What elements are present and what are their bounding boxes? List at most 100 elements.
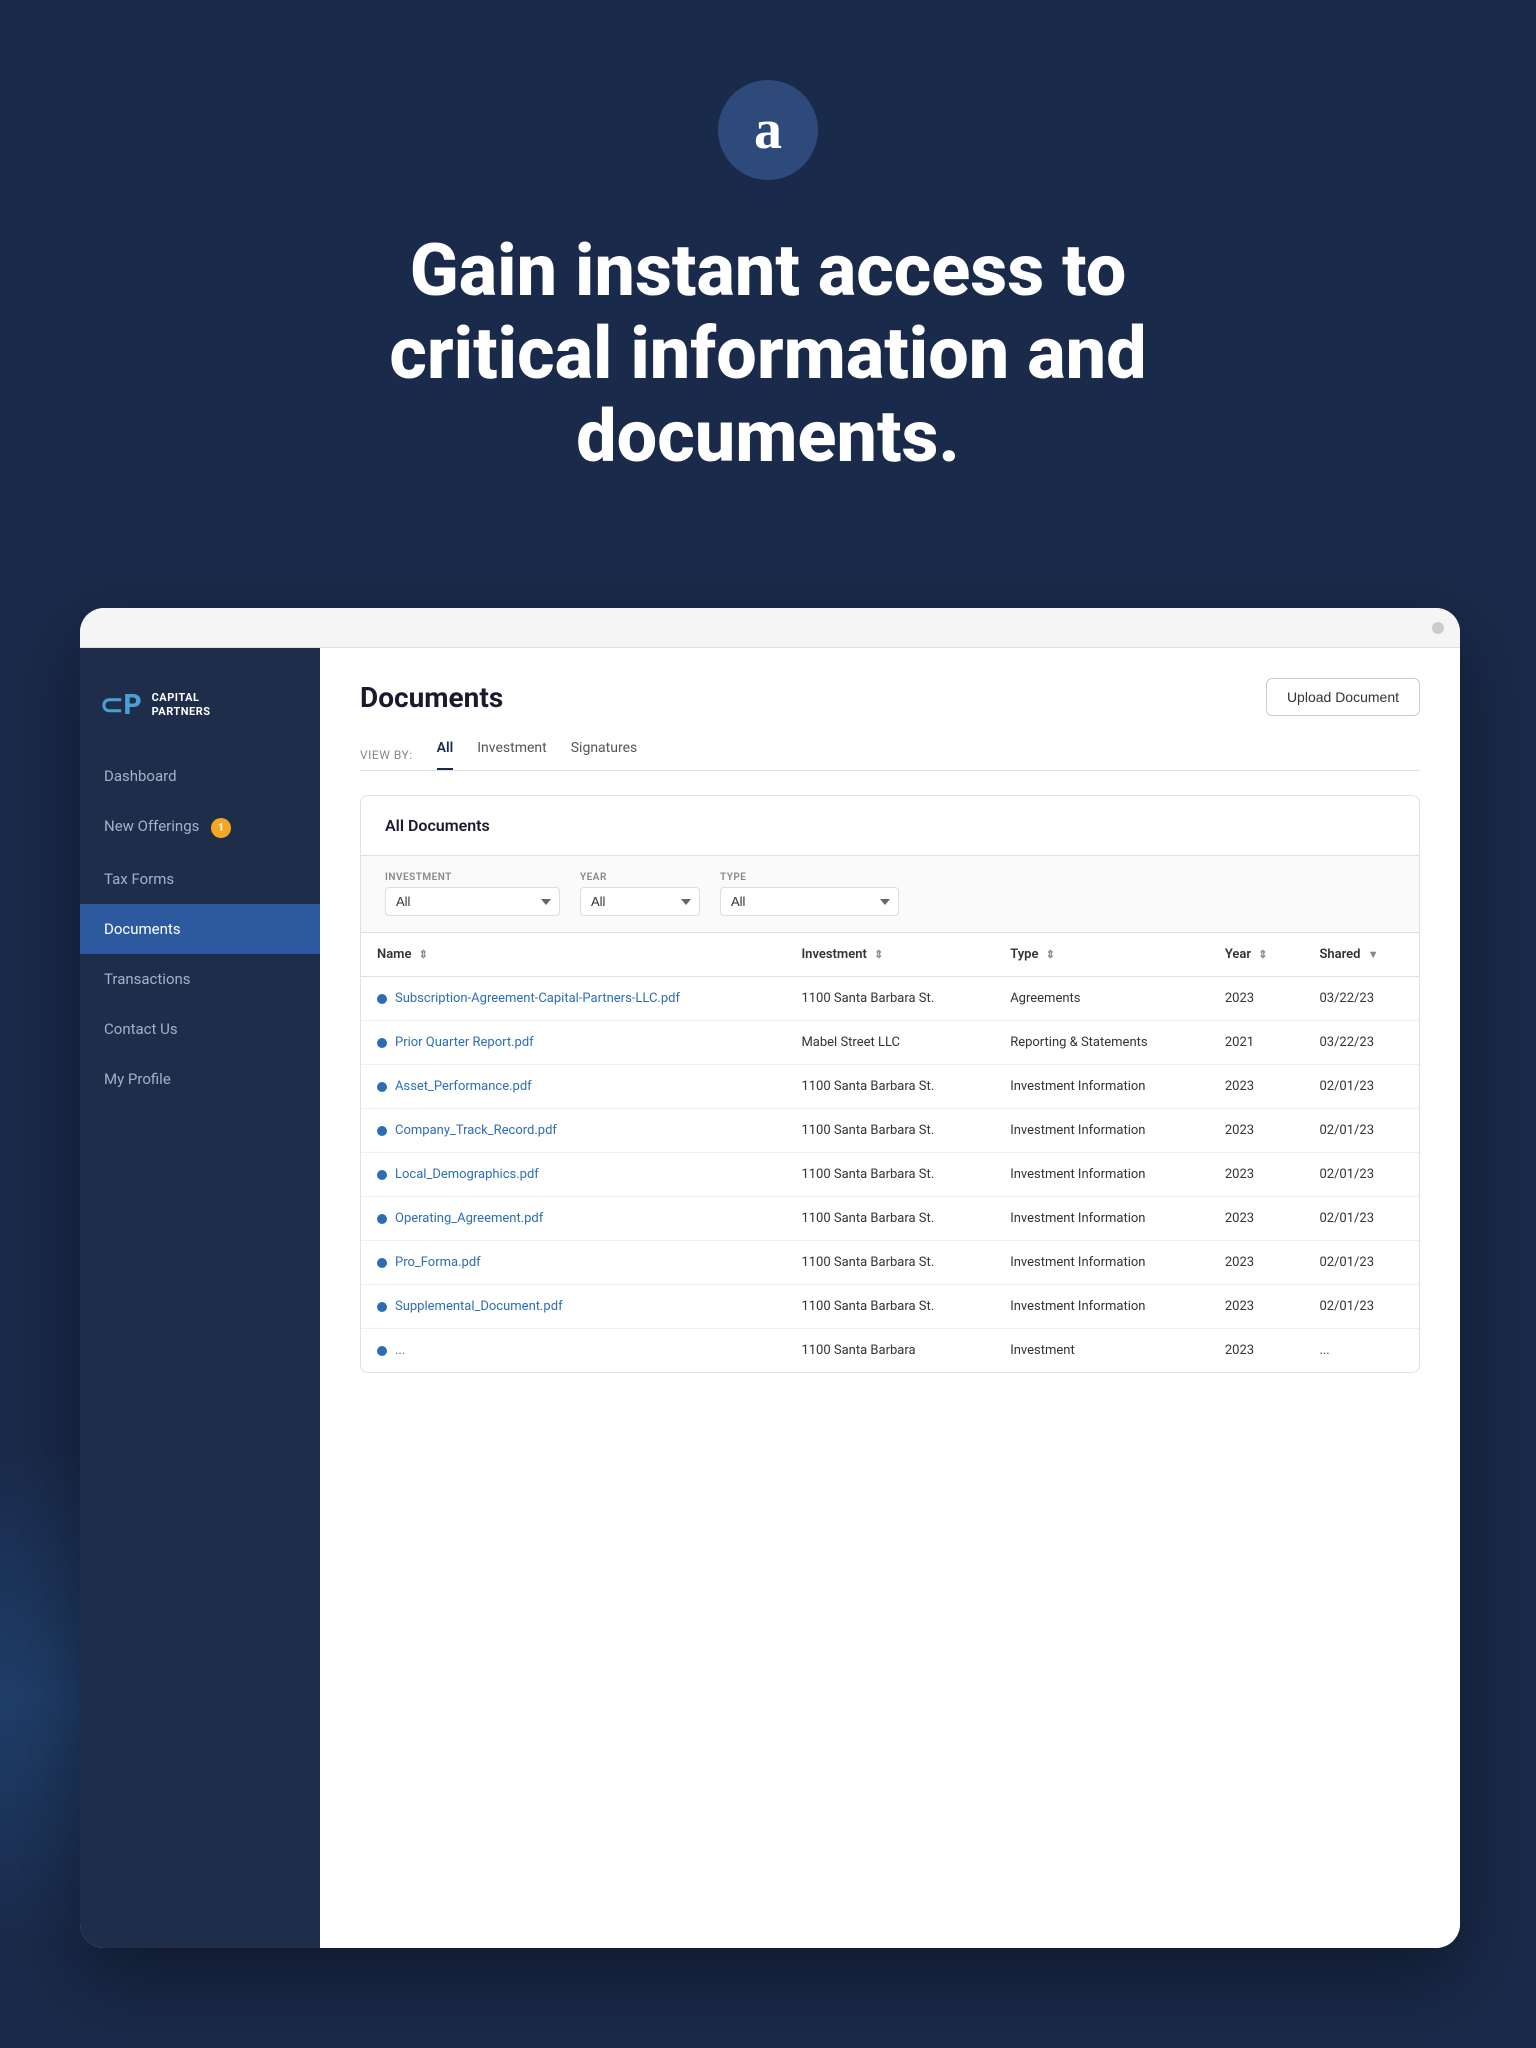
- doc-name: Supplemental_Document.pdf: [395, 1299, 563, 1314]
- investment-select[interactable]: All 1100 Santa Barbara St. Mabel Street …: [385, 887, 560, 916]
- cell-shared: 02/01/23: [1303, 1197, 1419, 1241]
- cell-shared: 02/01/23: [1303, 1285, 1419, 1329]
- filters-bar: INVESTMENT All 1100 Santa Barbara St. Ma…: [361, 856, 1419, 933]
- cell-name: Subscription-Agreement-Capital-Partners-…: [361, 977, 785, 1021]
- tab-all[interactable]: All: [437, 740, 454, 770]
- sidebar-nav: Dashboard New Offerings 1 Tax Forms Docu…: [80, 751, 320, 1104]
- doc-link[interactable]: Asset_Performance.pdf: [377, 1079, 769, 1094]
- cell-name: Prior Quarter Report.pdf: [361, 1021, 785, 1065]
- sidebar-logo: ⊂P CAPITALPARTNERS: [80, 668, 320, 751]
- cell-shared: 02/01/23: [1303, 1065, 1419, 1109]
- cell-shared: 02/01/23: [1303, 1241, 1419, 1285]
- cell-year: 2023: [1209, 1241, 1304, 1285]
- cell-investment: 1100 Santa Barbara St.: [785, 1197, 994, 1241]
- cell-shared: 02/01/23: [1303, 1153, 1419, 1197]
- cell-type: Investment Information: [994, 1109, 1209, 1153]
- cell-investment: Mabel Street LLC: [785, 1021, 994, 1065]
- filter-year-label: YEAR: [580, 872, 700, 883]
- doc-link[interactable]: ...: [377, 1343, 769, 1358]
- logo-letter: a: [754, 98, 782, 162]
- cell-investment: 1100 Santa Barbara St.: [785, 1241, 994, 1285]
- doc-name: Pro_Forma.pdf: [395, 1255, 481, 1270]
- sidebar-item-transactions[interactable]: Transactions: [80, 954, 320, 1004]
- year-select[interactable]: All 2023 2021: [580, 887, 700, 916]
- table-row: Asset_Performance.pdf 1100 Santa Barbara …: [361, 1065, 1419, 1109]
- doc-indicator: [377, 1302, 387, 1312]
- doc-link[interactable]: Local_Demographics.pdf: [377, 1167, 769, 1182]
- tab-signatures[interactable]: Signatures: [571, 740, 638, 770]
- col-name[interactable]: Name ⇕: [361, 933, 785, 977]
- brand-name: CAPITALPARTNERS: [152, 691, 211, 720]
- cell-investment: 1100 Santa Barbara: [785, 1329, 994, 1373]
- cell-name: ...: [361, 1329, 785, 1373]
- cell-type: Investment Information: [994, 1065, 1209, 1109]
- table-row: Operating_Agreement.pdf 1100 Santa Barbar…: [361, 1197, 1419, 1241]
- main-content: Documents Upload Document VIEW BY: All I…: [320, 648, 1460, 1948]
- col-type[interactable]: Type ⇕: [994, 933, 1209, 977]
- doc-link[interactable]: Pro_Forma.pdf: [377, 1255, 769, 1270]
- hero-title: Gain instant access to critical informat…: [318, 230, 1218, 478]
- doc-name: Local_Demographics.pdf: [395, 1167, 539, 1182]
- app-window: ⊂P CAPITALPARTNERS Dashboard New Offerin…: [80, 608, 1460, 1948]
- sidebar-item-contact-us[interactable]: Contact Us: [80, 1004, 320, 1054]
- cell-year: 2023: [1209, 977, 1304, 1021]
- app-logo: a: [718, 80, 818, 180]
- cell-investment: 1100 Santa Barbara St.: [785, 1285, 994, 1329]
- page-header: Documents Upload Document: [360, 678, 1420, 716]
- window-dot-1: [1432, 622, 1444, 634]
- cell-type: Reporting & Statements: [994, 1021, 1209, 1065]
- hero-section: a Gain instant access to critical inform…: [0, 0, 1536, 608]
- filter-investment-label: INVESTMENT: [385, 872, 560, 883]
- doc-indicator: [377, 1258, 387, 1268]
- doc-name: ...: [395, 1343, 405, 1358]
- view-by-label: VIEW BY:: [360, 748, 413, 762]
- doc-link[interactable]: Subscription-Agreement-Capital-Partners-…: [377, 991, 769, 1006]
- sidebar-item-tax-forms[interactable]: Tax Forms: [80, 854, 320, 904]
- doc-name: Asset_Performance.pdf: [395, 1079, 532, 1094]
- doc-name: Company_Track_Record.pdf: [395, 1123, 557, 1138]
- doc-indicator: [377, 1082, 387, 1092]
- type-select[interactable]: All Agreements Reporting & Statements In…: [720, 887, 899, 916]
- name-sort-icon: ⇕: [419, 948, 428, 961]
- upload-document-button[interactable]: Upload Document: [1266, 678, 1420, 716]
- cell-year: 2023: [1209, 1197, 1304, 1241]
- doc-link[interactable]: Prior Quarter Report.pdf: [377, 1035, 769, 1050]
- col-investment[interactable]: Investment ⇕: [785, 933, 994, 977]
- app-layout: ⊂P CAPITALPARTNERS Dashboard New Offerin…: [80, 648, 1460, 1948]
- doc-link[interactable]: Operating_Agreement.pdf: [377, 1211, 769, 1226]
- table-row: Supplemental_Document.pdf 1100 Santa Barb…: [361, 1285, 1419, 1329]
- cell-name: Operating_Agreement.pdf: [361, 1197, 785, 1241]
- filter-type-label: TYPE: [720, 872, 899, 883]
- cell-name: Local_Demographics.pdf: [361, 1153, 785, 1197]
- doc-name: Operating_Agreement.pdf: [395, 1211, 543, 1226]
- sidebar-item-dashboard[interactable]: Dashboard: [80, 751, 320, 801]
- col-shared[interactable]: Shared ▼: [1303, 933, 1419, 977]
- cell-type: Investment Information: [994, 1153, 1209, 1197]
- documents-card: All Documents INVESTMENT All 1100 Santa …: [360, 795, 1420, 1373]
- col-year[interactable]: Year ⇕: [1209, 933, 1304, 977]
- cell-name: Asset_Performance.pdf: [361, 1065, 785, 1109]
- table-row: Local_Demographics.pdf1100 Santa Barbara…: [361, 1153, 1419, 1197]
- doc-indicator: [377, 1170, 387, 1180]
- cell-shared: 02/01/23: [1303, 1109, 1419, 1153]
- tab-investment[interactable]: Investment: [477, 740, 546, 770]
- doc-link[interactable]: Company_Track_Record.pdf: [377, 1123, 769, 1138]
- sidebar-item-new-offerings[interactable]: New Offerings 1: [80, 801, 320, 854]
- table-row: Prior Quarter Report.pdf Mabel Street LLC…: [361, 1021, 1419, 1065]
- shared-sort-icon: ▼: [1368, 948, 1379, 961]
- sidebar-item-my-profile[interactable]: My Profile: [80, 1054, 320, 1104]
- documents-card-title: All Documents: [361, 796, 1419, 856]
- brand-icon: ⊂P: [100, 688, 142, 721]
- documents-table: Name ⇕ Investment ⇕ Type ⇕ Year ⇕ Shared…: [361, 933, 1419, 1372]
- window-bar: [80, 608, 1460, 648]
- table-header-row: Name ⇕ Investment ⇕ Type ⇕ Year ⇕ Shared…: [361, 933, 1419, 977]
- doc-name: Prior Quarter Report.pdf: [395, 1035, 534, 1050]
- doc-indicator: [377, 1214, 387, 1224]
- table-row: ...1100 Santa BarbaraInvestment2023...: [361, 1329, 1419, 1373]
- cell-type: Agreements: [994, 977, 1209, 1021]
- cell-year: 2023: [1209, 1285, 1304, 1329]
- cell-investment: 1100 Santa Barbara St.: [785, 1065, 994, 1109]
- doc-link[interactable]: Supplemental_Document.pdf: [377, 1299, 769, 1314]
- table-row: Pro_Forma.pdf1100 Santa Barbara St.Inves…: [361, 1241, 1419, 1285]
- sidebar-item-documents[interactable]: Documents: [80, 904, 320, 954]
